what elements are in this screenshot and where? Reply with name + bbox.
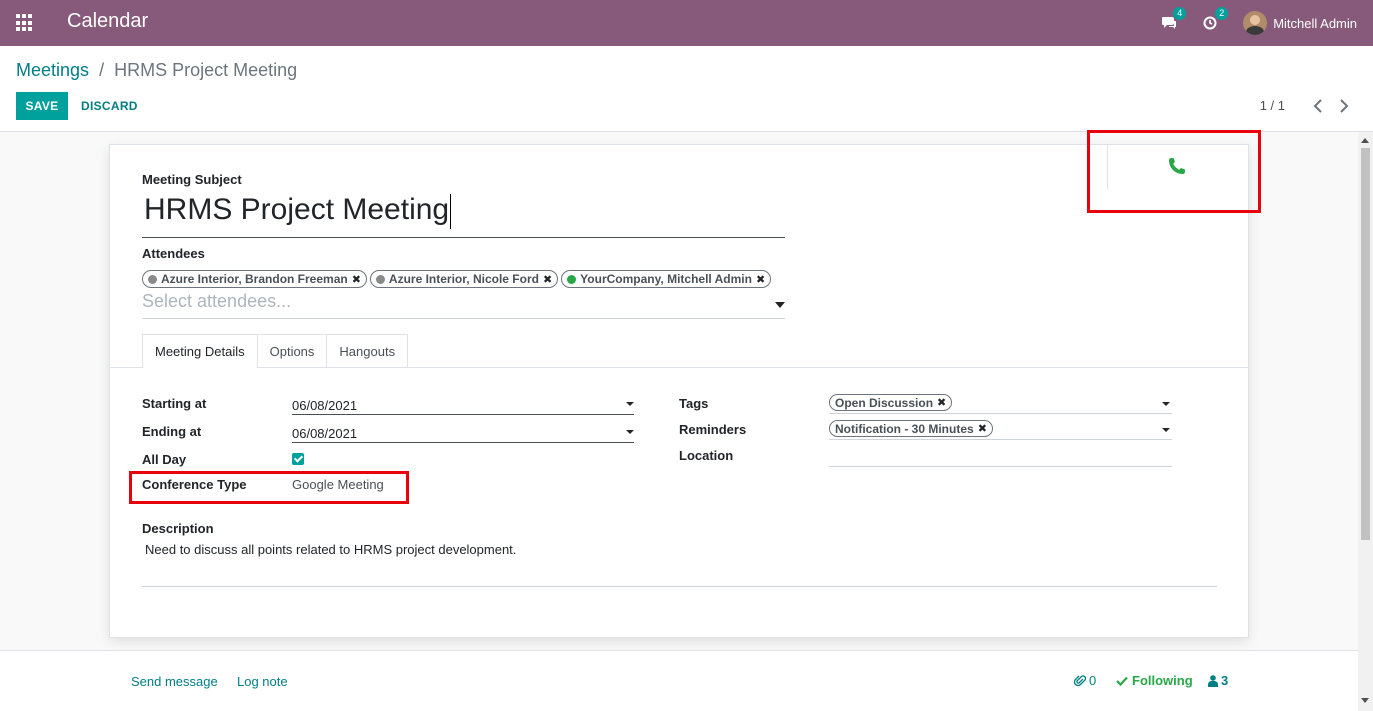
tab-options[interactable]: Options [256, 334, 328, 367]
tag-chip[interactable]: Open Discussion ✖ [829, 394, 953, 411]
ending-at-input[interactable]: 06/08/2021 [292, 423, 634, 443]
followers-count: 3 [1221, 673, 1229, 688]
control-panel: Meetings / HRMS Project Meeting SAVE DIS… [0, 46, 1373, 132]
attendee-tag[interactable]: Azure Interior, Nicole Ford ✖ [369, 270, 559, 288]
reminders-caret-icon[interactable] [1162, 428, 1170, 432]
user-name: Mitchell Admin [1273, 15, 1357, 31]
remove-tag-icon[interactable]: ✖ [543, 273, 552, 286]
conference-type-highlight [129, 471, 409, 504]
attendee-tags: Azure Interior, Brandon Freeman ✖ Azure … [142, 270, 774, 288]
meeting-subject-label: Meeting Subject [142, 172, 242, 187]
remove-tag-icon[interactable]: ✖ [352, 273, 361, 286]
reminder-chip[interactable]: Notification - 30 Minutes ✖ [829, 420, 993, 437]
attendee-tag-label: Azure Interior, Brandon Freeman [161, 272, 348, 286]
remove-tag-icon[interactable]: ✖ [756, 273, 765, 286]
user-menu[interactable]: Mitchell Admin [1243, 11, 1357, 35]
description-label: Description [142, 521, 214, 536]
description-underline [142, 586, 1217, 587]
form-sheet: Meeting Subject HRMS Project Meeting Att… [109, 144, 1249, 638]
clock-icon [1203, 16, 1217, 30]
following-label: Following [1132, 673, 1193, 688]
starting-at-label: Starting at [142, 396, 207, 411]
meeting-subject-input[interactable]: HRMS Project Meeting [142, 193, 785, 238]
starting-at-input[interactable]: 06/08/2021 [292, 395, 634, 415]
save-button[interactable]: SAVE [16, 92, 68, 120]
location-label: Location [679, 448, 734, 463]
attendee-tag-label: YourCompany, Mitchell Admin [580, 272, 752, 286]
activities-count-badge: 2 [1215, 7, 1229, 20]
tag-chip-label: Open Discussion [835, 395, 934, 410]
all-day-label: All Day [142, 452, 187, 467]
breadcrumb: Meetings / HRMS Project Meeting [16, 60, 297, 81]
tags-caret-icon[interactable] [1162, 402, 1170, 406]
attendee-tag-label: Azure Interior, Nicole Ford [388, 272, 539, 286]
reminder-chip-label: Notification - 30 Minutes [835, 421, 974, 436]
reminders-input[interactable]: Notification - 30 Minutes ✖ [829, 420, 1172, 440]
status-dot-icon [567, 274, 577, 284]
remove-reminder-icon[interactable]: ✖ [978, 422, 987, 435]
all-day-checkbox[interactable] [292, 453, 304, 465]
log-note-button[interactable]: Log note [237, 674, 288, 689]
starting-at-value: 06/08/2021 [292, 398, 358, 413]
starting-at-caret-icon[interactable] [626, 402, 634, 406]
phone-button-highlight [1087, 130, 1261, 213]
scroll-up-arrow-icon[interactable] [1361, 138, 1369, 143]
chatter: Send message Log note 0 Following 3 [0, 650, 1358, 711]
location-input[interactable] [829, 447, 1172, 467]
attachments-count: 0 [1089, 673, 1097, 688]
description-text[interactable]: Need to discuss all points related to HR… [145, 542, 516, 557]
ending-at-label: Ending at [142, 424, 202, 439]
discard-button[interactable]: DISCARD [81, 92, 138, 120]
reminders-label: Reminders [679, 422, 747, 437]
active-tab-underline-cover [143, 367, 257, 368]
breadcrumb-separator: / [99, 60, 105, 80]
pager-value[interactable]: 1 / 1 [1260, 98, 1285, 113]
app-title[interactable]: Calendar [67, 10, 148, 33]
user-icon [1208, 674, 1218, 687]
activities-menu[interactable]: 2 [1203, 7, 1229, 30]
attendees-label: Attendees [142, 246, 205, 261]
send-message-button[interactable]: Send message [131, 674, 218, 689]
paperclip-icon [1074, 675, 1086, 687]
status-dot-icon [148, 274, 157, 284]
tags-label: Tags [679, 396, 709, 411]
messages-menu[interactable]: 4 [1161, 7, 1187, 30]
page-scrollbar[interactable] [1358, 132, 1373, 711]
text-cursor [450, 193, 452, 229]
followers-button[interactable]: 3 [1208, 673, 1228, 688]
attendees-input[interactable]: Select attendees... [142, 291, 785, 319]
breadcrumb-current: HRMS Project Meeting [114, 60, 298, 80]
ending-at-value: 06/08/2021 [292, 426, 358, 441]
apps-menu-icon[interactable] [16, 14, 34, 32]
attendee-tag[interactable]: Azure Interior, Brandon Freeman ✖ [142, 270, 367, 288]
check-icon [1116, 676, 1128, 686]
meeting-subject-value: HRMS Project Meeting [144, 193, 450, 226]
attendees-dropdown-caret-icon[interactable] [775, 302, 785, 308]
tab-hangouts[interactable]: Hangouts [326, 334, 409, 367]
chevron-left-icon[interactable] [1313, 98, 1323, 114]
status-dot-icon [375, 274, 385, 284]
attendee-tag[interactable]: YourCompany, Mitchell Admin ✖ [561, 270, 772, 288]
top-navbar: Calendar 4 2 Mitchell Admin [0, 0, 1373, 46]
remove-tag-icon[interactable]: ✖ [937, 396, 946, 409]
scroll-thumb[interactable] [1361, 148, 1370, 540]
scroll-down-arrow-icon[interactable] [1361, 698, 1369, 703]
tab-meeting-details[interactable]: Meeting Details [142, 334, 258, 367]
attachments-button[interactable]: 0 [1074, 673, 1096, 688]
breadcrumb-meetings-link[interactable]: Meetings [16, 60, 89, 80]
navbar-systray: 4 2 Mitchell Admin [1139, 0, 1357, 46]
messages-count-badge: 4 [1173, 7, 1187, 20]
avatar [1243, 11, 1268, 35]
notebook-tabs: Meeting Details Options Hangouts [142, 334, 409, 367]
ending-at-caret-icon[interactable] [626, 430, 634, 434]
following-button[interactable]: Following [1116, 673, 1193, 688]
tabs-divider [110, 367, 1248, 368]
tags-input[interactable]: Open Discussion ✖ [829, 394, 1172, 414]
chevron-right-icon[interactable] [1339, 98, 1349, 114]
